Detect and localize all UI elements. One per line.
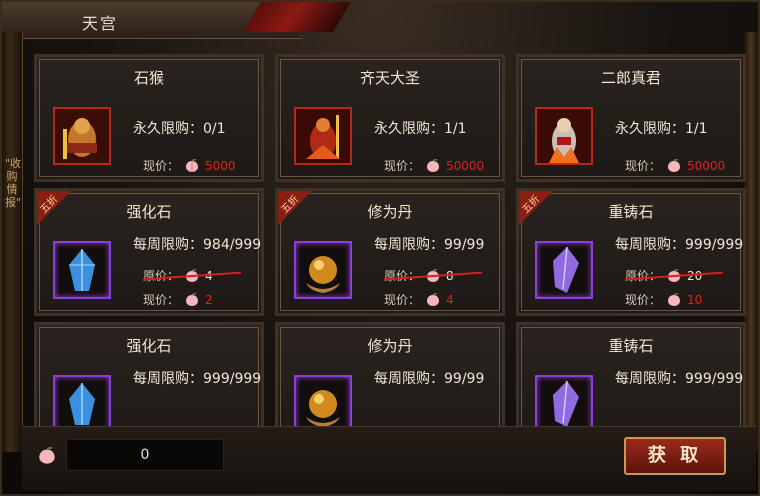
erlang-shen-icon [537,109,591,163]
current-price-label: 现价： [384,293,421,307]
shop-item-card[interactable]: 石猴 永久限购：0/1 现价： 5000 [34,54,264,182]
current-price-row: 现价： 2 [143,291,213,308]
left-side-frame: "收购情报" [2,32,23,452]
shop-item-card[interactable]: 齐天大圣 永久限购：1/1 现价： 50000 [275,54,505,182]
current-price-row: 现价： 4 [384,291,454,308]
purchase-limit: 永久限购：1/1 [615,121,708,137]
item-name: 重铸石 [608,203,654,221]
shop-item-card[interactable]: 五折 重铸石 每周限购：999/999 原价： 20 现价： 10 [516,188,746,316]
current-price-value: 50000 [446,158,485,173]
purple-crystal-icon [553,246,579,293]
item-icon-box [53,375,111,426]
get-button[interactable]: 获 取 [624,437,726,475]
peach-currency-icon [426,292,440,307]
purchase-limit: 永久限购：1/1 [374,121,467,137]
purchase-limit: 每周限购：99/99 [374,371,485,387]
current-price-row: 现价： 10 [625,291,702,308]
purchase-limit: 每周限购：984/999 [133,237,262,253]
peach-currency-icon [667,158,681,173]
item-icon-box [535,241,593,299]
item-name: 修为丹 [367,203,413,221]
shop-item-card[interactable]: 五折 强化石 每周限购：984/999 原价： 4 现价： 2 [34,188,264,316]
peach-currency-icon [185,292,199,307]
monkey-warrior-icon [55,109,109,163]
purchase-limit: 每周限购：999/999 [615,371,744,387]
current-price-label: 现价： [625,159,662,173]
shop-item-card[interactable]: 重铸石 每周限购：999/999 [516,322,746,426]
peach-currency-icon [667,292,681,307]
item-name: 强化石 [126,337,172,355]
purchase-limit: 每周限购：999/999 [615,237,744,253]
window-title: 天宫 [82,14,119,33]
current-price-label: 现价： [625,293,662,307]
currency-amount-display: 0 [66,439,224,471]
shop-grid: 石猴 永久限购：0/1 现价： 5000 齐天大圣 永久限购：1/1 现价： 5… [26,46,754,426]
current-price-row: 现价： 50000 [384,157,484,174]
current-price-value: 4 [446,292,454,307]
item-icon-box [53,241,111,299]
purple-crystal-icon [553,380,579,426]
item-name: 强化石 [126,203,172,221]
current-price-row: 现价： 5000 [143,157,236,174]
purchase-limit: 永久限购：0/1 [133,121,226,137]
item-icon-box [53,107,111,165]
blue-crystal-icon [69,249,95,291]
shop-item-card[interactable]: 五折 修为丹 每周限购：99/99 原价： 8 现价： 4 [275,188,505,316]
great-sage-icon [296,109,350,163]
current-price-row: 现价： 50000 [625,157,725,174]
game-window: 天宫 "收购情报" 石猴 永久限购：0/1 现价： 5000 齐天大圣 永久限购… [0,0,760,496]
title-ornament [243,2,351,32]
purchase-limit: 每周限购：999/999 [133,371,262,387]
footer-bar: 0 获 取 [22,426,756,491]
peach-currency-icon [38,446,55,464]
shop-item-card[interactable]: 修为丹 每周限购：99/99 [275,322,505,426]
current-price-value: 10 [687,292,703,307]
shop-item-card[interactable]: 强化石 每周限购：999/999 [34,322,264,426]
item-name: 齐天大圣 [359,69,420,87]
current-price-label: 现价： [384,159,421,173]
blue-crystal-icon [69,383,95,425]
sidebar-vertical-text[interactable]: "收购情报" [5,157,21,209]
current-price-label: 现价： [143,159,180,173]
item-icon-box [294,375,352,426]
item-name: 石猴 [133,69,164,87]
current-price-value: 5000 [205,158,236,173]
item-icon-box [294,241,352,299]
item-name: 重铸石 [608,337,654,355]
item-name: 修为丹 [367,337,413,355]
item-icon-box [294,107,352,165]
current-price-value: 50000 [687,158,726,173]
item-icon-box [535,107,593,165]
current-price-value: 2 [205,292,213,307]
item-name: 二郎真君 [600,69,661,87]
shop-item-card[interactable]: 二郎真君 永久限购：1/1 现价： 50000 [516,54,746,182]
peach-currency-icon [426,158,440,173]
current-price-label: 现价： [143,293,180,307]
peach-currency-icon [185,158,199,173]
golden-pill-icon [306,390,340,426]
purchase-limit: 每周限购：99/99 [374,237,485,253]
item-icon-box [535,375,593,426]
golden-pill-icon [306,256,340,293]
